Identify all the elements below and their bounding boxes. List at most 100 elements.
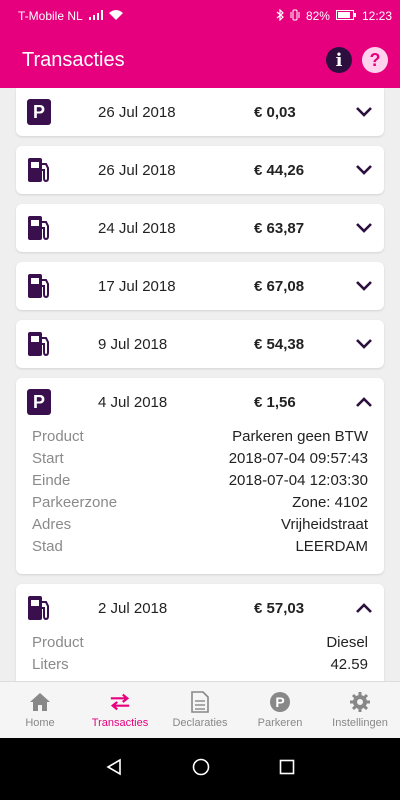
transaction-header[interactable]: 9 Jul 2018 € 54,38 — [16, 320, 384, 368]
detail-row: Adres Vrijheidstraat — [32, 514, 368, 536]
fuel-pump-icon — [26, 156, 52, 184]
chevron-up-icon[interactable] — [354, 598, 374, 618]
transaction-details: Product Parkeren geen BTW Start 2018-07-04… — [16, 426, 384, 574]
nav-label: Declaraties — [172, 717, 228, 729]
detail-value: 2018-07-04 09:57:43 — [228, 450, 368, 467]
nav-label: Instellingen — [332, 717, 388, 729]
detail-value: LEERDAM — [295, 538, 368, 555]
nav-item-parkeren[interactable]: P Parkeren — [240, 682, 320, 738]
transaction-details: Product Diesel Liters 42.59 — [16, 632, 384, 682]
detail-row: Liters 42.59 — [32, 654, 368, 676]
transaction-list[interactable]: P 26 Jul 2018 € 0,03 26 Jul 2018 € 44,26… — [0, 88, 400, 682]
transaction-amount: € 44,26 — [254, 161, 305, 179]
detail-row: Parkeerzone Zone: 4102 — [32, 492, 368, 514]
transaction-amount: € 1,56 — [254, 393, 296, 411]
transaction-header[interactable]: 17 Jul 2018 € 67,08 — [16, 262, 384, 310]
detail-label: Stad — [32, 538, 63, 555]
nav-item-transacties[interactable]: Transacties — [80, 682, 160, 738]
detail-value: Parkeren geen BTW — [232, 428, 368, 445]
transaction-amount: € 54,38 — [254, 335, 305, 353]
info-icon[interactable]: i — [326, 47, 352, 73]
home-icon — [29, 691, 51, 713]
chevron-down-icon[interactable] — [354, 334, 374, 354]
transaction-card[interactable]: P 26 Jul 2018 € 0,03 — [16, 88, 384, 136]
chevron-down-icon[interactable] — [354, 276, 374, 296]
detail-row: Stad LEERDAM — [32, 536, 368, 558]
chevron-down-icon[interactable] — [354, 160, 374, 180]
transaction-amount: € 0,03 — [254, 103, 296, 121]
fuel-pump-icon — [26, 272, 52, 300]
status-right: 82% 12:23 — [276, 8, 392, 24]
detail-row: Product Diesel — [32, 632, 368, 654]
detail-row: Start 2018-07-04 09:57:43 — [32, 448, 368, 470]
transaction-amount: € 63,87 — [254, 219, 305, 237]
transaction-date: 26 Jul 2018 — [98, 103, 176, 121]
detail-label: Product — [32, 428, 84, 445]
transaction-card[interactable]: 24 Jul 2018 € 63,87 — [16, 204, 384, 252]
transaction-card-expanded[interactable]: P 4 Jul 2018 € 1,56 Product Parkeren geen… — [16, 378, 384, 574]
parking-type-icon: P — [26, 388, 52, 416]
transaction-card[interactable]: 17 Jul 2018 € 67,08 — [16, 262, 384, 310]
header-actions: i ? — [326, 47, 388, 73]
bluetooth-icon — [276, 8, 284, 24]
clock: 12:23 — [361, 9, 392, 23]
detail-row: Einde 2018-07-04 12:03:30 — [32, 470, 368, 492]
bottom-nav: Home Transacties Declaraties P Parkeren … — [0, 681, 400, 738]
home-circle-icon[interactable] — [192, 758, 210, 781]
transaction-amount: € 57,03 — [254, 599, 305, 617]
chevron-down-icon[interactable] — [354, 218, 374, 238]
app-header: Transacties i ? — [0, 32, 400, 88]
battery-percent: 82% — [305, 9, 330, 23]
transaction-date: 2 Jul 2018 — [98, 599, 168, 617]
transaction-card-expanded[interactable]: 2 Jul 2018 € 57,03 Product Diesel Liters 4… — [16, 584, 384, 682]
transaction-header[interactable]: P 4 Jul 2018 € 1,56 — [16, 378, 384, 426]
detail-value: 2018-07-04 12:03:30 — [228, 472, 368, 489]
detail-value: Vrijheidstraat — [281, 516, 368, 533]
transaction-header[interactable]: 26 Jul 2018 € 44,26 — [16, 146, 384, 194]
gear-icon — [349, 691, 371, 713]
detail-value: 42.59 — [330, 656, 368, 673]
wifi-icon — [108, 9, 123, 23]
nav-item-home[interactable]: Home — [0, 682, 80, 738]
transaction-date: 24 Jul 2018 — [98, 219, 176, 237]
nav-item-declaraties[interactable]: Declaraties — [160, 682, 240, 738]
recents-icon[interactable] — [279, 759, 295, 780]
detail-label: Einde — [32, 472, 71, 489]
fuel-pump-icon — [26, 214, 52, 242]
detail-label: Liters — [32, 656, 69, 673]
status-left: T-Mobile NL — [18, 9, 123, 23]
nav-label: Transacties — [91, 717, 149, 729]
transaction-header[interactable]: P 26 Jul 2018 € 0,03 — [16, 88, 384, 136]
detail-label: Start — [32, 450, 64, 467]
transaction-header[interactable]: 24 Jul 2018 € 63,87 — [16, 204, 384, 252]
detail-label: Product — [32, 634, 84, 651]
chevron-down-icon[interactable] — [354, 102, 374, 122]
detail-value: Zone: 4102 — [292, 494, 368, 511]
transaction-date: 9 Jul 2018 — [98, 335, 168, 353]
detail-value: Diesel — [326, 634, 368, 651]
transaction-date: 4 Jul 2018 — [98, 393, 168, 411]
chevron-up-icon[interactable] — [354, 392, 374, 412]
document-icon — [189, 691, 211, 713]
signal-icon — [88, 9, 103, 23]
transaction-header[interactable]: 2 Jul 2018 € 57,03 — [16, 584, 384, 632]
transaction-card[interactable]: 9 Jul 2018 € 54,38 — [16, 320, 384, 368]
battery-icon — [335, 9, 356, 23]
android-nav-bar — [0, 738, 400, 800]
nav-item-instellingen[interactable]: Instellingen — [320, 682, 400, 738]
page-title: Transacties — [22, 48, 125, 71]
transaction-amount: € 67,08 — [254, 277, 305, 295]
transfer-icon — [109, 691, 131, 713]
parking-type-icon: P — [26, 98, 52, 126]
transaction-date: 26 Jul 2018 — [98, 161, 176, 179]
status-bar: T-Mobile NL 82% 12:23 — [0, 0, 400, 32]
fuel-pump-icon — [26, 594, 52, 622]
parking-icon: P — [269, 691, 291, 713]
detail-label: Adres — [32, 516, 72, 533]
vibrate-icon — [290, 9, 300, 24]
back-icon[interactable] — [105, 758, 123, 781]
help-icon[interactable]: ? — [362, 47, 388, 73]
svg-text:P: P — [275, 694, 284, 710]
transaction-card[interactable]: 26 Jul 2018 € 44,26 — [16, 146, 384, 194]
transaction-date: 17 Jul 2018 — [98, 277, 176, 295]
